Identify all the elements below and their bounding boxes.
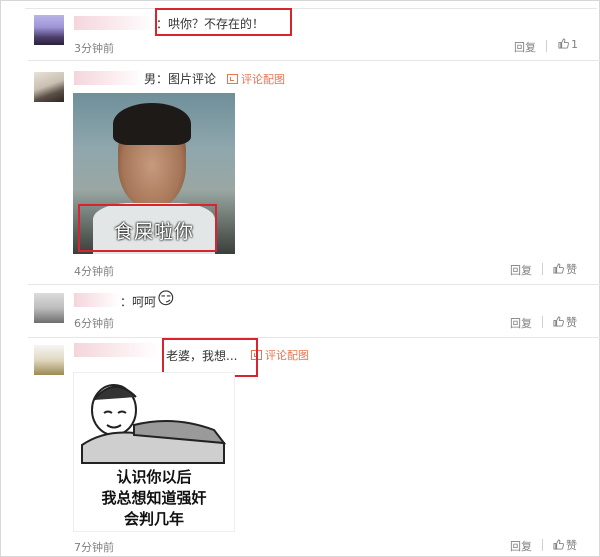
comment-time: 6分钟前 bbox=[74, 317, 114, 330]
comment-time: 3分钟前 bbox=[74, 42, 114, 55]
separator bbox=[542, 316, 543, 328]
separator bbox=[542, 263, 543, 275]
username-blurred[interactable] bbox=[74, 16, 156, 30]
comment-image-link[interactable]: 评论配图 bbox=[251, 347, 309, 363]
comment-image[interactable]: 认识你以后 我总想知道强奸 会判几年 bbox=[73, 372, 235, 532]
comment-4: 老婆，我想... 评论配图 认识你以后 我总想知道强奸 会判几年 7分钟前 回复… bbox=[0, 337, 600, 557]
reply-button[interactable]: 回复 bbox=[514, 39, 536, 55]
comment-text: ：呵呵 bbox=[120, 295, 157, 309]
avatar[interactable] bbox=[34, 15, 64, 45]
separator bbox=[542, 539, 543, 551]
comment-image-link-label: 评论配图 bbox=[241, 73, 285, 86]
like-button[interactable]: 赞 bbox=[553, 537, 577, 553]
like-count: 赞 bbox=[566, 316, 577, 329]
avatar[interactable] bbox=[34, 293, 64, 323]
reply-button[interactable]: 回复 bbox=[510, 262, 532, 278]
thumbs-up-icon bbox=[558, 38, 569, 49]
like-button[interactable]: 赞 bbox=[553, 314, 577, 330]
comment-3: ：呵呵 😏 6分钟前 回复 赞 bbox=[0, 285, 600, 338]
meme-drawing bbox=[81, 384, 227, 464]
comment-2: 男：图片评论 评论配图 食屎啦你 4分钟前 回复 赞 bbox=[0, 60, 600, 285]
highlight-box bbox=[155, 8, 292, 36]
like-count: 赞 bbox=[566, 539, 577, 552]
avatar[interactable] bbox=[34, 72, 64, 102]
username-blurred[interactable] bbox=[74, 71, 144, 85]
thumbs-up-icon bbox=[553, 539, 564, 550]
avatar[interactable] bbox=[34, 345, 64, 375]
highlight-box bbox=[78, 204, 217, 252]
comment-1: ：哄你？不存在的！ 3分钟前 回复 1 bbox=[0, 0, 600, 61]
like-button[interactable]: 赞 bbox=[553, 261, 577, 277]
comment-time: 7分钟前 bbox=[74, 541, 114, 554]
meme-caption-line-2: 我总想知道强奸 bbox=[101, 489, 207, 507]
reply-button[interactable]: 回复 bbox=[510, 315, 532, 331]
meme-caption-line-3: 会判几年 bbox=[123, 510, 184, 528]
comment-time: 4分钟前 bbox=[74, 265, 114, 278]
comment-text: 男：图片评论 bbox=[144, 72, 217, 86]
thumbs-up-icon bbox=[553, 316, 564, 327]
thumbs-up-icon bbox=[553, 263, 564, 274]
reply-button[interactable]: 回复 bbox=[510, 538, 532, 554]
separator bbox=[546, 40, 547, 52]
person-hair bbox=[113, 103, 191, 145]
comment-image-link-label: 评论配图 bbox=[265, 349, 309, 362]
divider bbox=[25, 8, 597, 9]
image-icon bbox=[227, 74, 238, 84]
username-blurred[interactable] bbox=[74, 343, 160, 357]
like-count: 赞 bbox=[566, 263, 577, 276]
username-blurred[interactable] bbox=[74, 293, 120, 307]
comment-image-link[interactable]: 评论配图 bbox=[227, 71, 285, 87]
like-count: 1 bbox=[571, 38, 578, 51]
smirk-emoji-icon: 😏 bbox=[157, 289, 175, 309]
like-button[interactable]: 1 bbox=[558, 38, 578, 51]
meme-caption-line-1: 认识你以后 bbox=[116, 468, 192, 486]
